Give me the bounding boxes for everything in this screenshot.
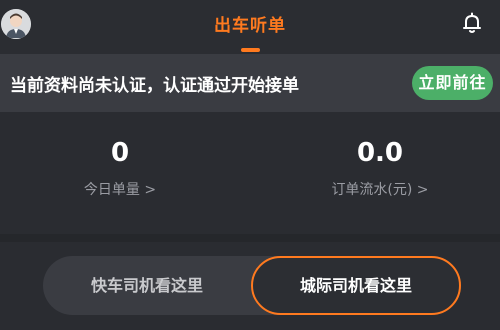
top-bar: 出车听单 xyxy=(0,0,500,54)
order-revenue-value: 0.0 xyxy=(356,138,404,168)
bell-icon[interactable] xyxy=(460,11,484,35)
today-orders-label: 今日单量 > xyxy=(83,182,157,198)
today-orders-value: 0 xyxy=(110,138,130,168)
order-revenue-label: 订单流水(元) > xyxy=(331,182,429,198)
driver-type-toggle: 快车司机看这里 城际司机看这里 xyxy=(43,256,461,315)
driver-type-section: 快车司机看这里 城际司机看这里 xyxy=(0,242,500,330)
express-driver-option[interactable]: 快车司机看这里 xyxy=(43,256,251,315)
active-tab-indicator xyxy=(241,48,260,52)
go-verify-button[interactable]: 立即前往 xyxy=(412,66,493,100)
notice-text: 当前资料尚未认证，认证通过开始接单 xyxy=(10,76,299,96)
section-divider xyxy=(0,234,500,242)
stats-panel: 0 今日单量 > 0.0 订单流水(元) > xyxy=(0,112,500,234)
verification-notice: 当前资料尚未认证，认证通过开始接单 立即前往 xyxy=(0,54,500,112)
page-title: 出车听单 xyxy=(214,16,286,36)
intercity-driver-option[interactable]: 城际司机看这里 xyxy=(251,256,461,315)
